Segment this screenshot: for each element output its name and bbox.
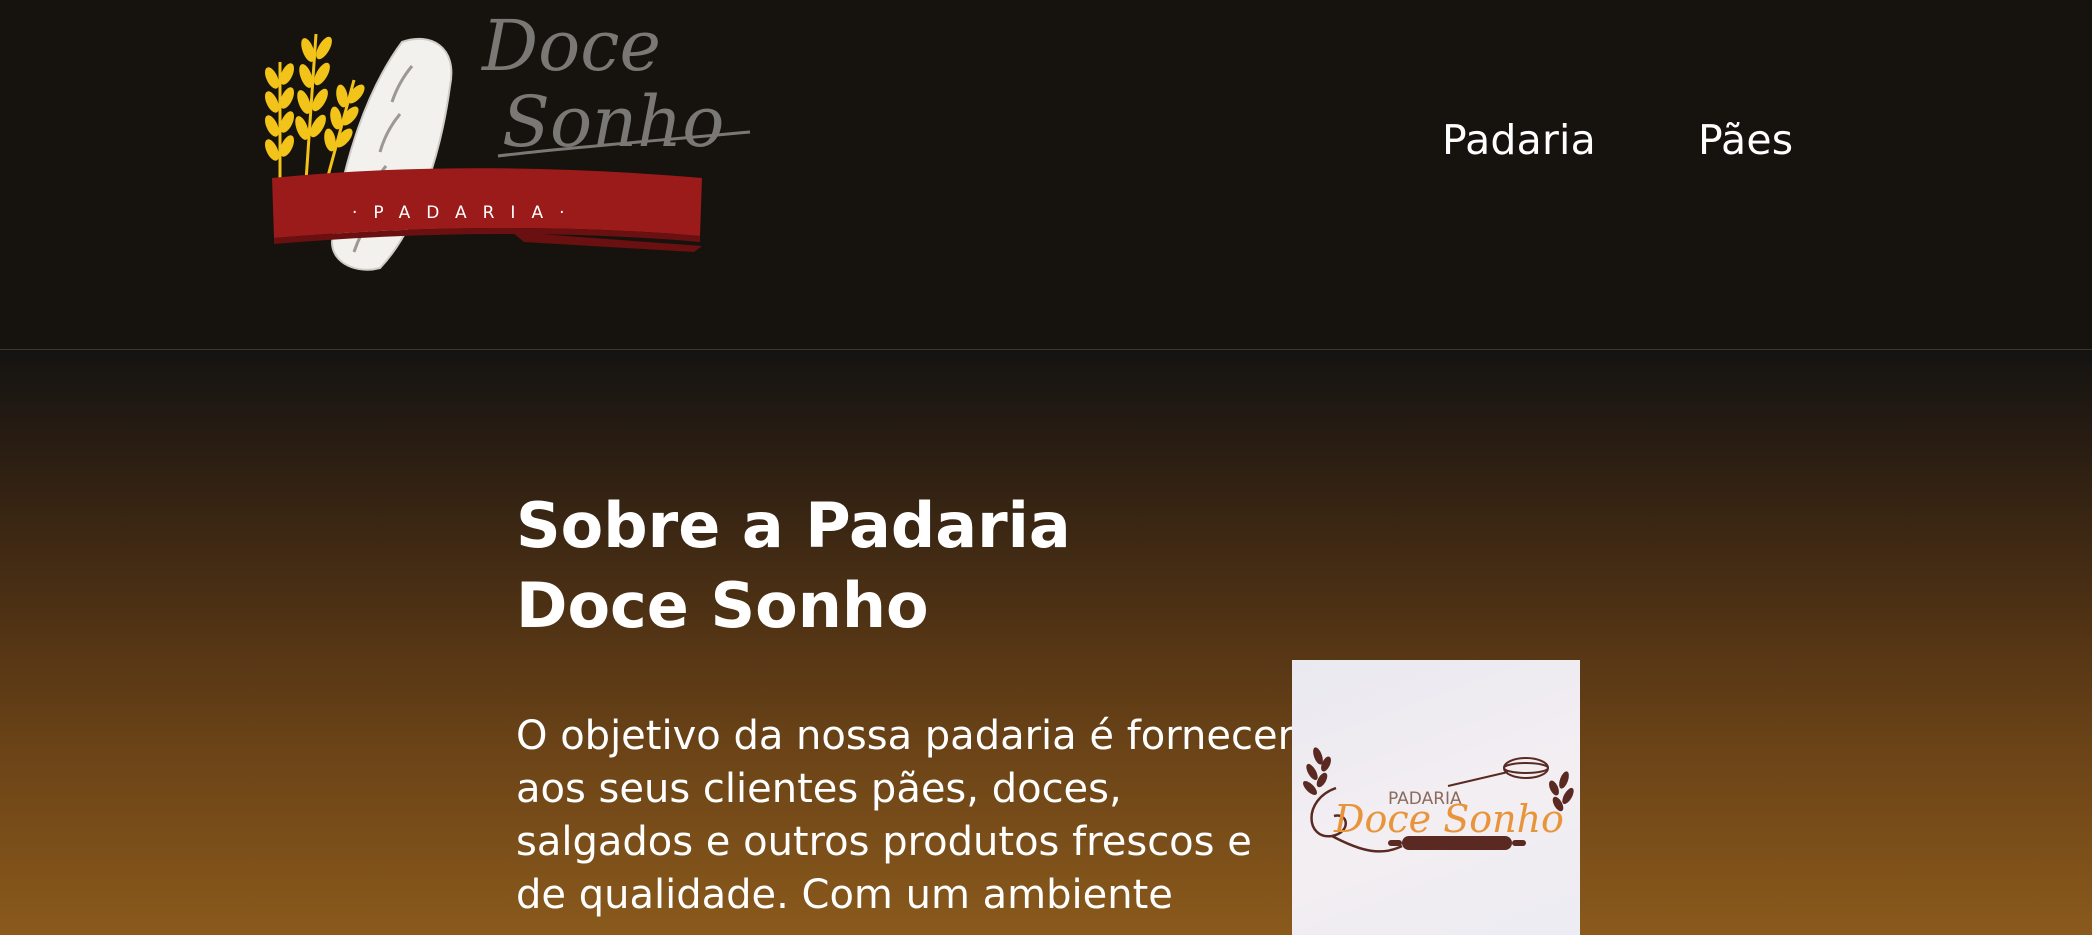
site-header: Doce Sonho ·PADARIA· Padaria Pães: [0, 0, 2092, 350]
about-title: Sobre a Padaria Doce Sonho: [516, 489, 1071, 642]
about-text: O objetivo da nossa padaria é fornecer a…: [516, 713, 1295, 918]
nav-link-padaria[interactable]: Padaria: [1442, 115, 1596, 165]
laurel-icon: [1303, 747, 1331, 795]
about-section: Sobre a Padaria Doce Sonho O objetivo da…: [0, 350, 2092, 935]
whisk-icon: [1447, 757, 1549, 787]
padaria-logo-image: PADARIA Doce Sonho: [1292, 660, 1580, 935]
logo-ribbon-text: ·PADARIA·: [352, 203, 580, 223]
main-nav: Padaria Pães: [1442, 115, 1793, 165]
logo-brand-line1: Doce: [480, 6, 661, 87]
image-brand-text: Doce Sonho: [1333, 797, 1564, 841]
page: Doce Sonho ·PADARIA· Padaria Pães Sobre …: [0, 0, 2092, 935]
nav-link-paes[interactable]: Pães: [1698, 115, 1793, 165]
logo[interactable]: Doce Sonho ·PADARIA·: [262, 6, 762, 274]
